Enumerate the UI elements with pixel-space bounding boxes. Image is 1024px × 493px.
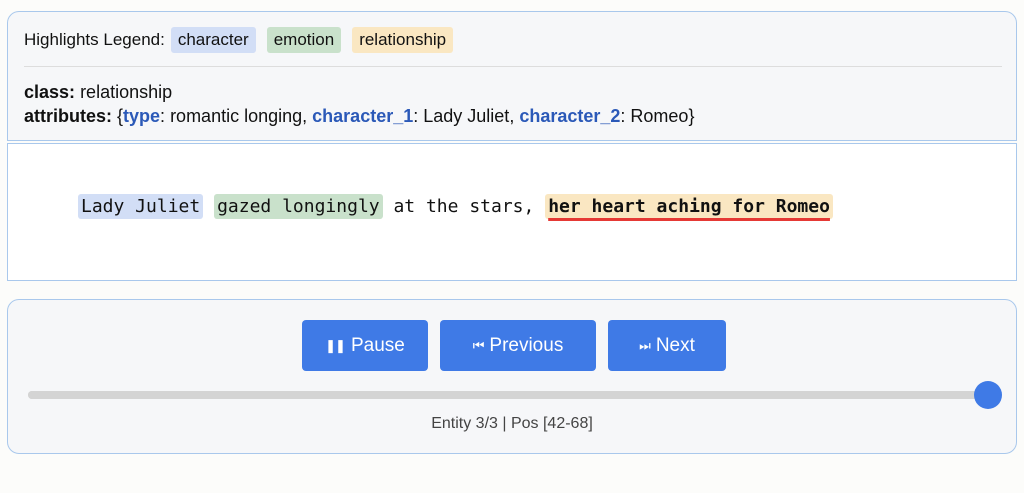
attributes-key: attributes: [24,106,113,126]
playback-controls: ❚❚ Pause ⏮ Previous ⏭ Next Entity 3/3 | … [7,299,1017,454]
attributes-open-brace: { [112,106,124,126]
legend-label: Highlights Legend: [24,30,165,49]
attr-value-character-1: Lady Juliet [423,106,510,126]
legend-chip-emotion: emotion [266,27,342,53]
legend-chip-character: character [170,27,256,53]
class-key: class: [24,82,76,102]
skip-previous-icon: ⏮ [472,337,485,353]
annotated-sentence: Lady Juliet gazed longingly at the stars… [78,194,833,219]
pause-icon: ❚❚ [325,337,346,353]
pause-label: Pause [350,334,405,356]
highlights-legend: Highlights Legend: character emotion rel… [24,27,464,53]
highlight-relationship[interactable]: her heart aching for Romeo [545,194,833,219]
annotated-text-panel: Lady Juliet gazed longingly at the stars… [7,143,1017,281]
attr-key-character-1: character_1 [312,106,414,126]
plain-text: at the stars, [382,196,546,217]
attr-value-type: romantic longing [170,106,303,126]
legend-divider [24,66,1002,67]
attr-value-character-2: Romeo [630,106,689,126]
slider-thumb[interactable] [974,381,1002,409]
button-row: ❚❚ Pause ⏮ Previous ⏭ Next [302,320,726,371]
skip-next-icon: ⏭ [639,337,651,353]
highlight-character[interactable]: Lady Juliet [78,194,204,219]
previous-label: Previous [489,334,564,356]
attr-key-type: type [123,106,161,126]
entity-status: Entity 3/3 | Pos [42-68] [431,415,593,432]
legend-panel: Highlights Legend: character emotion rel… [7,11,1017,141]
class-value: relationship [80,82,173,102]
next-button[interactable]: ⏭ Next [608,320,726,371]
highlight-emotion[interactable]: gazed longingly [214,194,383,219]
progress-fill [28,391,988,399]
pause-button[interactable]: ❚❚ Pause [302,320,428,371]
progress-slider[interactable] [28,381,1002,409]
next-label: Next [655,334,695,356]
previous-button[interactable]: ⏮ Previous [440,320,596,371]
attr-key-character-2: character_2 [519,106,621,126]
entity-class-line: class: relationship [24,82,172,103]
legend-chip-relationship: relationship [352,27,454,53]
attributes-close-brace: } [688,106,695,126]
entity-attributes-line: attributes: {type: romantic longing, cha… [24,106,695,126]
